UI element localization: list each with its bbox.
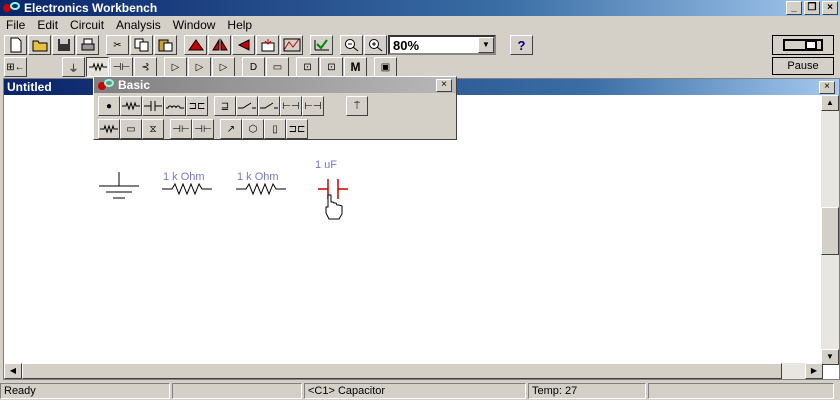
magnetic-core-icon[interactable]: ⬡: [242, 119, 264, 139]
basic-bin-title-bar[interactable]: Basic: [94, 77, 456, 93]
transistors-bin-icon[interactable]: ⊰: [134, 57, 157, 77]
zoom-value: 80%: [393, 37, 420, 53]
ground-symbol[interactable]: [99, 172, 139, 199]
paste-icon[interactable]: [154, 35, 177, 55]
pause-button[interactable]: Pause: [772, 57, 834, 75]
basic-bin-title: Basic: [118, 78, 151, 92]
zoom-out-icon[interactable]: [340, 35, 363, 55]
status-selection: <C1> Capacitor: [304, 383, 526, 399]
save-icon[interactable]: [52, 35, 75, 55]
parts-toolbar: ⊞← ⏚ ⊣⊢ ⊰ ▷ ▷ ▷ D ▭ ⊡ ⊡ M ▣ Pause: [0, 56, 840, 78]
open-folder-icon[interactable]: [28, 35, 51, 55]
scroll-right-icon[interactable]: ▶: [805, 363, 823, 379]
logic-gates-bin-icon[interactable]: D: [242, 57, 265, 77]
menu-file[interactable]: File: [0, 18, 31, 32]
digital-ics-bin-icon[interactable]: ▷: [212, 57, 235, 77]
diodes-bin-icon[interactable]: ⊣⊢: [110, 57, 133, 77]
vertical-scrollbar[interactable]: ▲ ▼: [821, 95, 839, 365]
new-file-icon[interactable]: [4, 35, 27, 55]
help-icon[interactable]: ?: [510, 35, 533, 55]
vertical-scroll-thumb[interactable]: [821, 207, 839, 255]
resistor-2-label: 1 k Ohm: [237, 171, 279, 183]
app-title-bar: Electronics Workbench _ ❐ ×: [0, 0, 840, 16]
capacitor-symbol[interactable]: [318, 179, 348, 199]
chevron-down-icon[interactable]: ▼: [478, 37, 494, 53]
menu-analysis[interactable]: Analysis: [110, 18, 167, 32]
digital-bin-icon[interactable]: ▭: [266, 57, 289, 77]
inductor-icon[interactable]: [164, 96, 186, 116]
cut-icon[interactable]: ✂: [106, 35, 129, 55]
favorites-bin-icon[interactable]: ⊞←: [4, 57, 27, 77]
instruments-bin-icon[interactable]: ▣: [374, 57, 397, 77]
crystal-icon[interactable]: ▯: [264, 119, 286, 139]
transformer-icon[interactable]: ⊐⊏: [186, 96, 208, 116]
menu-circuit[interactable]: Circuit: [64, 18, 110, 32]
variable-inductor-icon[interactable]: ↗: [220, 119, 242, 139]
electrolytic-capacitor-icon[interactable]: ⊣⊢: [170, 119, 192, 139]
status-panel-empty: [172, 383, 302, 399]
indicators-bin-icon[interactable]: ⊡: [296, 57, 319, 77]
menu-window[interactable]: Window: [167, 18, 222, 32]
flip-vertical-icon[interactable]: [232, 35, 255, 55]
graph-icon[interactable]: [310, 35, 333, 55]
current-controlled-switch-icon[interactable]: ⊢⊣: [302, 96, 324, 116]
basic-parts-bin: Basic × ● ⊐⊏ ⊒ ⊢⊣ ⊢⊣ ⍑ ▭ ⧖ ⊣⊢ ⊣⊢ ↗ ⬡ ▯ ⊐…: [93, 76, 457, 140]
menu-bar: File Edit Circuit Analysis Window Help: [0, 16, 840, 34]
hand-cursor-icon: [325, 194, 343, 220]
capacitor-icon[interactable]: [142, 96, 164, 116]
status-ready: Ready: [0, 383, 170, 399]
restore-button[interactable]: ❐: [804, 1, 820, 15]
connector-icon[interactable]: ●: [98, 96, 120, 116]
potentiometer-icon[interactable]: [98, 119, 120, 139]
flip-horizontal-icon[interactable]: [208, 35, 231, 55]
close-button[interactable]: ×: [822, 1, 838, 15]
controls-bin-icon[interactable]: ⊡: [320, 57, 343, 77]
menu-edit[interactable]: Edit: [31, 18, 64, 32]
voltage-controlled-switch-icon[interactable]: ⊢⊣: [280, 96, 302, 116]
resistor-1-label: 1 k Ohm: [163, 171, 205, 183]
rotate-icon[interactable]: [184, 35, 207, 55]
minimize-button[interactable]: _: [786, 1, 802, 15]
scroll-up-icon[interactable]: ▲: [821, 95, 839, 111]
horizontal-scrollbar[interactable]: ◀ ▶: [4, 363, 823, 379]
time-delay-switch-icon[interactable]: [258, 96, 280, 116]
app-logo-icon: [96, 79, 118, 91]
relay-icon[interactable]: ⊒: [214, 96, 236, 116]
print-icon[interactable]: [76, 35, 99, 55]
horizontal-scroll-thumb[interactable]: [22, 363, 782, 379]
status-temperature: Temp: 27: [528, 383, 646, 399]
analog-ics-bin-icon[interactable]: ▷: [164, 57, 187, 77]
basic-bin-close-button[interactable]: ×: [436, 79, 452, 92]
status-bar: Ready <C1> Capacitor Temp: 27: [0, 383, 840, 400]
nonlinear-transformer-icon[interactable]: ⊐⊏: [286, 119, 308, 139]
pull-up-resistor-icon[interactable]: ⍑: [346, 96, 368, 116]
polarized-capacitor-icon[interactable]: ⊣⊢: [192, 119, 214, 139]
scroll-down-icon[interactable]: ▼: [821, 349, 839, 365]
capacitor-label: 1 uF: [315, 159, 338, 171]
menu-help[interactable]: Help: [221, 18, 258, 32]
switch-icon[interactable]: [236, 96, 258, 116]
circuit-close-button[interactable]: ×: [819, 81, 835, 94]
variable-capacitor-icon[interactable]: ⧖: [142, 119, 164, 139]
resistor-symbol-2[interactable]: [236, 182, 286, 196]
resistor-icon[interactable]: [120, 96, 142, 116]
miscellaneous-bin-icon[interactable]: M: [344, 57, 367, 77]
status-panel-right: [648, 383, 834, 399]
resistor-symbol-1[interactable]: [162, 182, 212, 196]
zoom-select[interactable]: 80% ▼: [388, 35, 496, 55]
main-toolbar: ✂ 80% ▼ ?: [0, 34, 840, 56]
zoom-in-icon[interactable]: [364, 35, 387, 55]
app-title: Electronics Workbench: [24, 1, 158, 15]
basic-bin-icon[interactable]: [86, 57, 109, 77]
create-subcircuit-icon[interactable]: [280, 35, 303, 55]
component-properties-icon[interactable]: [256, 35, 279, 55]
mixed-ics-bin-icon[interactable]: ▷: [188, 57, 211, 77]
sources-bin-icon[interactable]: ⏚: [62, 57, 85, 77]
scroll-left-icon[interactable]: ◀: [4, 363, 22, 379]
resistor-pack-icon[interactable]: ▭: [120, 119, 142, 139]
app-logo-icon: [2, 1, 22, 15]
power-switch[interactable]: [772, 35, 834, 55]
copy-icon[interactable]: [130, 35, 153, 55]
